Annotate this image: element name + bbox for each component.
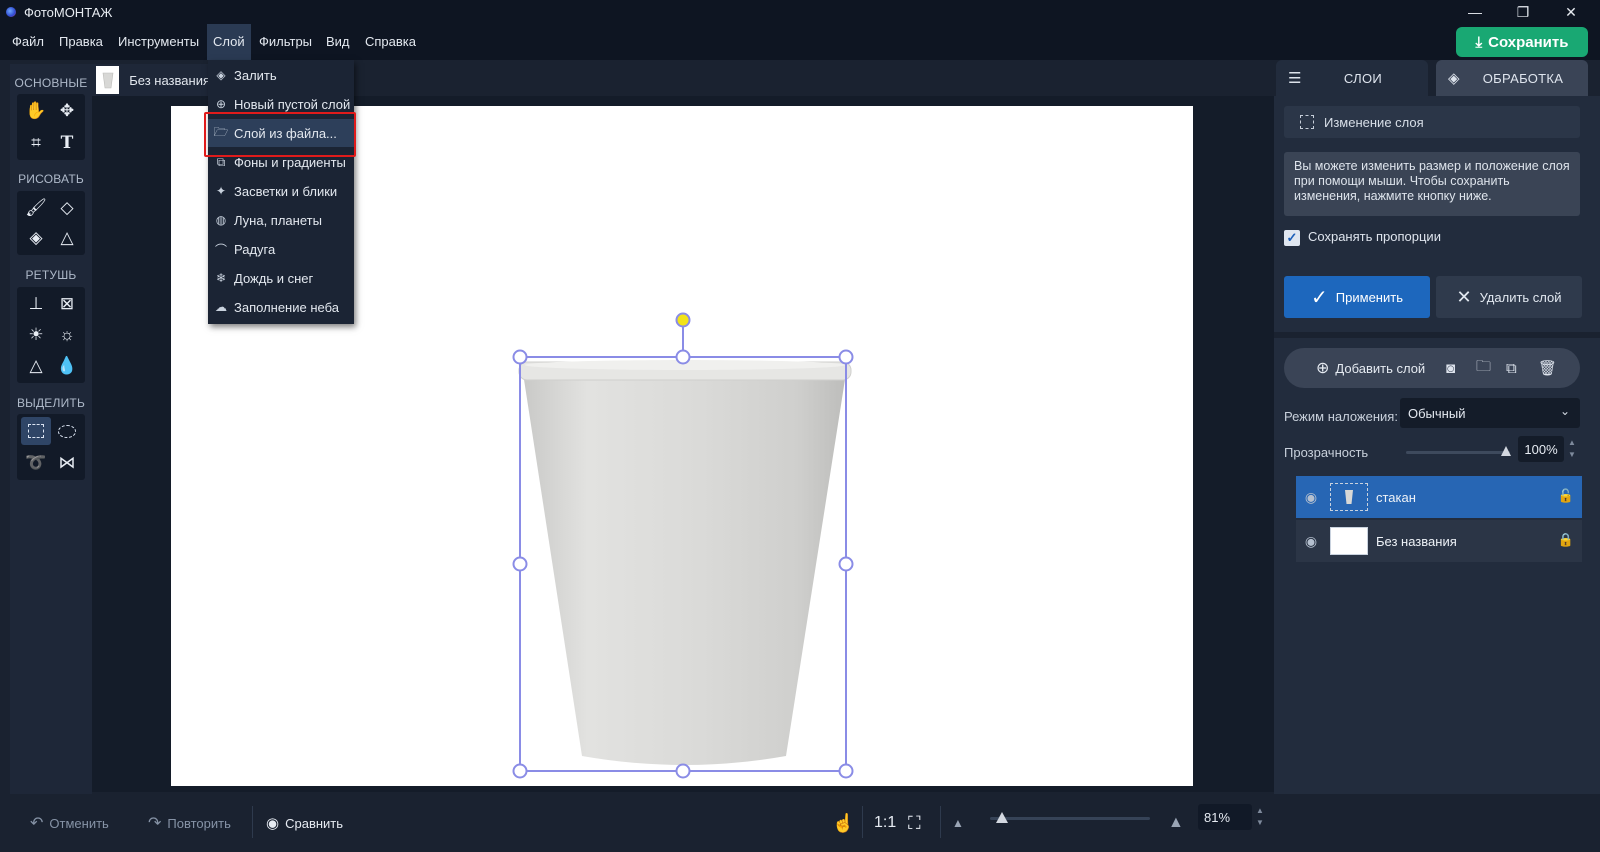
layer-row-background[interactable]: ◉ Без названия 🔒 [1296,520,1582,562]
layers-toolbar: ⊕ Добавить слой ◙ 🗀 ⧉ 🗑 [1284,348,1580,388]
zoom-up-icon[interactable]: ▲ [1256,806,1264,815]
menu-item-rain-snow[interactable]: ❄ Дождь и снег [208,264,354,292]
info-text: Вы можете изменить размер и положение сл… [1284,152,1580,216]
zoom-in-icon[interactable]: ▲ [1168,794,1184,852]
x-icon: ✕ [1456,286,1472,307]
opacity-value-field[interactable]: 100% [1518,436,1564,462]
layer-thumbnail [1330,527,1368,555]
planet-icon: ◍ [215,213,227,227]
bottom-bar: ↶ Отменить ↷ Повторить ◉ Сравнить ☝ 1:1 ⛶ ▲… [0,794,1600,852]
resize-handle-right[interactable] [838,556,854,572]
resize-handle-bottom[interactable] [675,763,691,779]
layer-name: Без названия [1376,533,1457,549]
selection-rect-icon [1300,115,1314,129]
right-panel: ☰ СЛОИ ◈ ОБРАБОТКА Изменение слоя Вы мож… [1274,60,1600,794]
trash-icon[interactable]: 🗑 [1538,348,1557,388]
gesture-icon[interactable]: ☝ [832,794,854,852]
eye-icon[interactable]: ◉ [1300,533,1322,550]
separator [252,806,253,838]
resize-handle-top-right[interactable] [838,349,854,365]
add-layer-button[interactable]: ⊕ Добавить слой [1316,348,1425,388]
redo-icon: ↷ [148,815,162,832]
apply-button[interactable]: ✓ Применить [1284,276,1430,318]
layer-row-cup[interactable]: ◉ стакан 🔓 [1296,476,1582,518]
opacity-up-icon[interactable]: ▲ [1568,438,1576,447]
rainbow-icon: ⌒ [214,242,227,257]
zoom-out-icon[interactable]: ▲ [952,794,964,852]
snowflake-icon: ❄ [215,271,227,285]
layer-name: стакан [1376,489,1416,505]
separator [862,806,863,838]
opacity-down-icon[interactable]: ▼ [1568,450,1576,459]
highlight-annotation [204,112,356,157]
keep-proportions-checkbox[interactable]: ✓ [1284,230,1300,246]
open-folder-icon[interactable]: 🗀 [1476,348,1491,388]
layer-menu-dropdown: ◈ Залить ⊕ Новый пустой слой 🗁 Слой из файл… [208,60,354,324]
separator [940,806,941,838]
actual-size-button[interactable]: 1:1 [874,794,896,852]
plus-circle-icon: ⊕ [215,97,227,111]
undo-button[interactable]: ↶ Отменить [30,794,109,852]
tab-processing[interactable]: ◈ ОБРАБОТКА [1436,60,1588,96]
menu-item-sky-fill[interactable]: ☁ Заполнение неба [208,293,354,321]
rotate-handle[interactable] [675,312,691,328]
menu-item-planets[interactable]: ◍ Луна, планеты [208,206,354,234]
delete-layer-button[interactable]: ✕ Удалить слой [1436,276,1582,318]
sliders-icon: ☰ [1288,70,1302,87]
resize-handle-bottom-right[interactable] [838,763,854,779]
layer-thumbnail [1330,483,1368,511]
resize-handle-bottom-left[interactable] [512,763,528,779]
checkmark-icon: ✓ [1311,286,1328,309]
menu-item-rainbow[interactable]: ⌒ Радуга [208,235,354,263]
undo-icon: ↶ [30,815,44,832]
tab-layers[interactable]: ☰ СЛОИ [1276,60,1428,96]
opacity-slider-track[interactable] [1406,451,1510,454]
eye-icon: ◉ [266,815,280,832]
change-layer-header: Изменение слоя [1284,106,1580,138]
compare-button[interactable]: ◉ Сравнить [266,794,343,852]
chevron-down-icon: ⌄ [1559,404,1570,418]
fit-screen-icon[interactable]: ⛶ [908,794,921,852]
resize-handle-top-left[interactable] [512,349,528,365]
mask-icon[interactable]: ◙ [1446,348,1455,388]
lock-icon[interactable]: 🔒 [1558,532,1574,548]
resize-handle-left[interactable] [512,556,528,572]
redo-button[interactable]: ↷ Повторить [148,794,231,852]
divider [1274,332,1600,338]
sparkle-icon: ✦ [215,184,227,198]
blend-mode-label: Режим наложения: [1284,409,1398,424]
cloud-icon: ☁ [215,300,227,314]
fill-bucket-icon: ◈ [216,68,226,82]
eye-icon[interactable]: ◉ [1300,489,1322,506]
menu-item-flares[interactable]: ✦ Засветки и блики [208,177,354,205]
menu-item-fill[interactable]: ◈ Залить [208,61,354,89]
zoom-slider-thumb[interactable] [996,812,1008,823]
layers-panel: Изменение слоя Вы можете изменить размер… [1274,96,1600,794]
plus-circle-icon: ⊕ [1316,360,1330,377]
layers-stack-icon: ◈ [1448,70,1460,87]
opacity-label: Прозрачность [1284,445,1369,460]
resize-handle-top[interactable] [675,349,691,365]
zoom-value-field[interactable]: 81% [1198,804,1252,830]
zoom-slider-track[interactable] [990,817,1150,820]
keep-proportions-label: Сохранять пропорции [1308,229,1441,244]
opacity-slider-thumb[interactable] [1501,446,1511,456]
unlock-icon[interactable]: 🔓 [1558,488,1574,504]
duplicate-icon[interactable]: ⧉ [1506,348,1517,388]
zoom-down-icon[interactable]: ▼ [1256,818,1264,827]
blend-mode-select[interactable]: Обычный ⌄ [1400,398,1580,428]
